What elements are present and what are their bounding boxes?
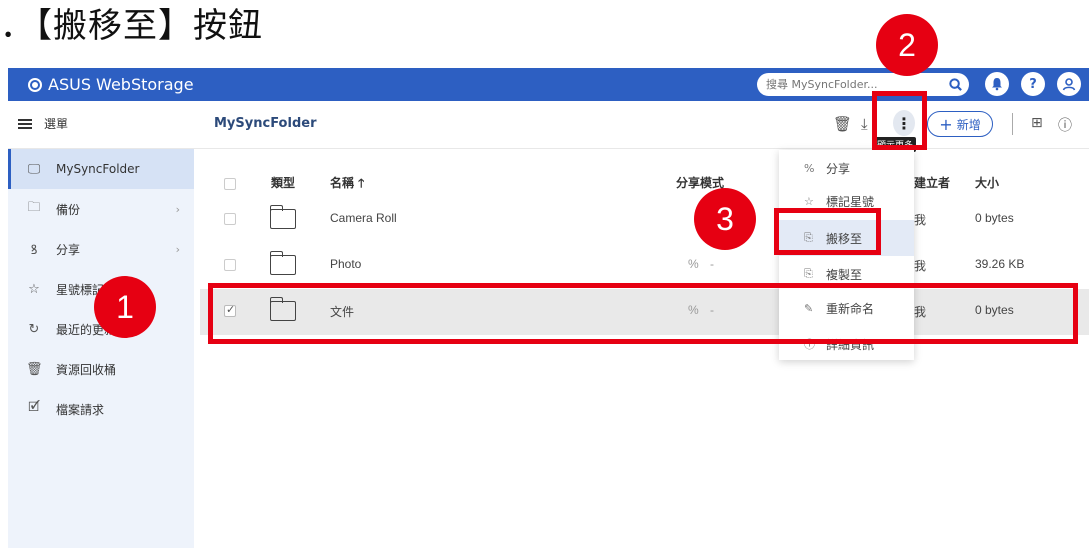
- star-icon: ☆: [28, 281, 40, 297]
- column-header-size: 大小: [975, 176, 1000, 190]
- copy-icon: ⎘: [804, 267, 813, 280]
- caption-text: ．【搬移至】按鈕: [0, 6, 263, 46]
- sidebar-item-label: 備份: [56, 202, 81, 217]
- share-link-icon: %: [688, 303, 699, 317]
- menu-item-copy-to[interactable]: ⎘ 複製至: [779, 256, 914, 292]
- menu-item-move-to[interactable]: ⎘ 搬移至: [779, 220, 914, 256]
- star-icon: ☆: [804, 194, 814, 208]
- sidebar-item-label: 分享: [56, 242, 81, 257]
- creator: 我: [914, 213, 927, 227]
- trash-icon[interactable]: 🗑: [833, 115, 852, 133]
- file-size: 39.26 KB: [975, 257, 1025, 271]
- row-checkbox[interactable]: [224, 213, 236, 225]
- menu-item-rename[interactable]: ✎ 重新命名: [779, 290, 914, 326]
- chevron-right-icon: ›: [175, 242, 180, 256]
- info-icon: ⓘ: [804, 338, 815, 351]
- menu-item-share[interactable]: % 分享: [779, 150, 914, 186]
- share-people-icon: ꝸ: [30, 243, 38, 258]
- table-row[interactable]: Camera Roll 我 0 bytes: [200, 197, 1089, 243]
- step-badge-3: 3: [694, 188, 756, 250]
- refresh-icon: ↻: [28, 321, 40, 337]
- bell-icon[interactable]: [985, 72, 1009, 96]
- search-input[interactable]: [766, 78, 936, 91]
- menu-item-details[interactable]: ⓘ 詳細資訊: [779, 326, 914, 360]
- download-icon[interactable]: ⤓: [861, 115, 868, 133]
- chevron-right-icon: ›: [175, 202, 180, 216]
- menu-toggle-button[interactable]: 選單: [18, 115, 68, 132]
- current-folder-title: MySyncFolder: [214, 116, 317, 131]
- table-row[interactable]: 文件 % - 我 0 bytes: [200, 289, 1089, 335]
- share-mode: -: [710, 303, 714, 317]
- select-all-checkbox[interactable]: [224, 178, 236, 190]
- column-header-type: 類型: [271, 176, 296, 190]
- menu-item-label: 重新命名: [826, 301, 875, 316]
- menu-item-label: 搬移至: [826, 231, 863, 246]
- sidebar-item-mysyncfolder[interactable]: 🖵 MySyncFolder: [8, 149, 194, 189]
- backup-icon: 🗀: [27, 200, 41, 215]
- menu-item-label: 詳細資訊: [826, 337, 875, 352]
- webstorage-window: ASUS WebStorage ? 選單 MySyncFolder 🗑 ⤓ ⋮ …: [8, 68, 1089, 548]
- sidebar-item-label: 檔案請求: [56, 402, 105, 417]
- divider: [1012, 113, 1013, 135]
- creator: 我: [914, 259, 927, 273]
- menu-item-label: 分享: [826, 161, 851, 176]
- column-header-name[interactable]: 名稱 🡑: [330, 174, 364, 195]
- folder-icon: [269, 205, 296, 229]
- more-options-menu: % 分享 ☆ 標記星號 ⎘ 搬移至 ⎘ 複製至 ✎ 重新命名 ⓘ 詳細資訊: [779, 150, 914, 360]
- file-name[interactable]: Photo: [330, 257, 361, 271]
- link-icon: %: [804, 161, 815, 175]
- sidebar-item-recycle-bin[interactable]: 🗑 資源回收桶: [8, 349, 194, 389]
- grid-view-icon[interactable]: ⊞: [1031, 115, 1043, 131]
- hamburger-icon: [18, 118, 32, 129]
- folder-icon: [269, 297, 296, 321]
- file-size: 0 bytes: [975, 303, 1014, 317]
- share-link-icon: %: [688, 257, 699, 271]
- asus-logo-icon: [28, 77, 42, 92]
- new-label: 新增: [956, 117, 981, 132]
- menu-item-star[interactable]: ☆ 標記星號: [779, 183, 914, 219]
- sidebar: 🖵 MySyncFolder 🗀 備份 › ꝸ 分享 › ☆ 星號標記 ↻ 最近…: [8, 149, 194, 548]
- menu-item-label: 標記星號: [826, 194, 875, 209]
- top-bar: ASUS WebStorage ?: [8, 68, 1089, 101]
- computer-icon: 🖵: [27, 161, 41, 177]
- table-row[interactable]: Photo % - 我 39.26 KB: [200, 243, 1089, 289]
- user-icon[interactable]: [1057, 72, 1081, 96]
- search-box[interactable]: [757, 73, 969, 96]
- info-icon[interactable]: ⓘ: [1058, 115, 1072, 135]
- new-button[interactable]: + 新增: [927, 111, 993, 137]
- step-badge-2: 2: [876, 14, 938, 76]
- creator: 我: [914, 305, 927, 319]
- plus-icon: +: [939, 114, 953, 134]
- column-header-creator: 建立者: [914, 176, 951, 190]
- share-mode: -: [710, 257, 714, 271]
- menu-item-label: 複製至: [826, 267, 863, 282]
- file-request-icon: 🗹: [28, 400, 40, 415]
- search-icon[interactable]: [948, 77, 963, 92]
- trash-icon: 🗑: [26, 361, 43, 377]
- row-checkbox[interactable]: [224, 303, 236, 317]
- sidebar-item-file-request[interactable]: 🗹 檔案請求: [8, 389, 194, 429]
- file-size: 0 bytes: [975, 211, 1014, 225]
- more-options-button[interactable]: ⋮: [893, 110, 915, 136]
- file-name[interactable]: Camera Roll: [330, 211, 397, 225]
- row-checkbox[interactable]: [224, 259, 236, 271]
- move-icon: ⎘: [804, 231, 813, 244]
- sidebar-item-share[interactable]: ꝸ 分享 ›: [8, 229, 194, 269]
- folder-icon: [269, 251, 296, 275]
- sidebar-item-label: 資源回收桶: [56, 362, 117, 377]
- brand-name: ASUS WebStorage: [48, 75, 194, 94]
- help-icon[interactable]: ?: [1021, 72, 1045, 96]
- file-name[interactable]: 文件: [330, 303, 354, 320]
- pencil-icon: ✎: [804, 301, 814, 315]
- sidebar-item-backup[interactable]: 🗀 備份 ›: [8, 189, 194, 229]
- step-badge-1: 1: [94, 276, 156, 338]
- toolbar: 選單 MySyncFolder 🗑 ⤓ ⋮ 顯示更多 + 新增 ⊞ ⓘ: [8, 101, 1089, 152]
- brand[interactable]: ASUS WebStorage: [28, 75, 194, 94]
- menu-label: 選單: [44, 117, 69, 131]
- sidebar-item-label: MySyncFolder: [56, 162, 140, 176]
